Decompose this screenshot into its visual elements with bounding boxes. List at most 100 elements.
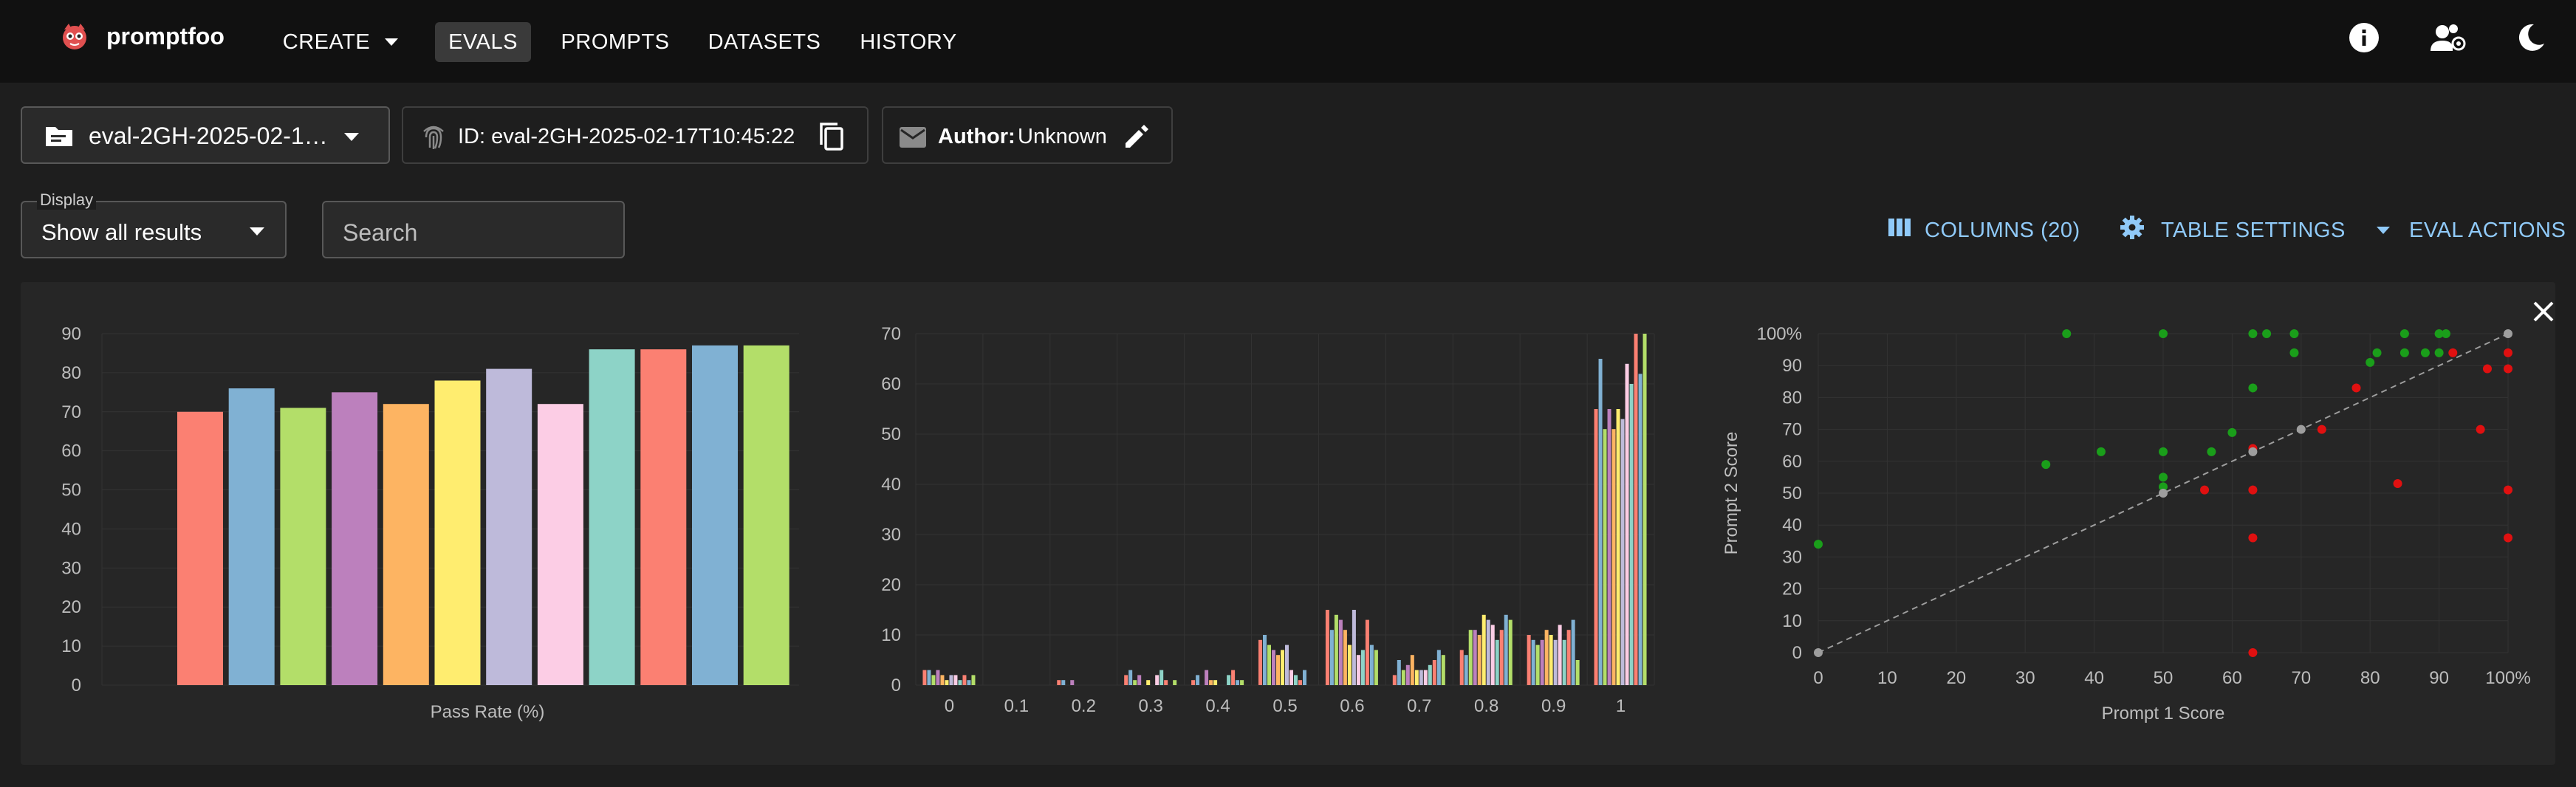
scatter-point [2262,329,2272,338]
scatter-point [2482,364,2492,374]
bar [589,349,635,685]
histogram-bar [1227,675,1231,685]
table-settings-button[interactable]: TABLE SETTINGS [2120,214,2346,247]
histogram-bar [1611,429,1616,685]
scatter-point [2248,383,2258,393]
info-icon[interactable] [2344,18,2384,58]
histogram-bar [1535,645,1540,685]
y-tick-label: 30 [1782,547,1802,567]
charts-svg: 0102030405060708090Pass Rate (%)01020304… [61,324,2530,724]
histogram-bar [1634,334,1638,685]
scatter-point [2289,329,2299,338]
histogram-bar [1365,619,1369,685]
scatter-point [2296,425,2306,434]
histogram-bar [1146,680,1151,685]
histogram-bar [1575,660,1580,685]
columns-button[interactable]: COLUMNS (20) [1888,214,2080,247]
x-tick-label: 0 [945,696,954,716]
x-tick-label: 30 [2015,668,2035,688]
nav-history[interactable]: HISTORY [855,22,962,62]
close-icon[interactable] [2532,300,2555,327]
display-value: Show all results [41,219,202,245]
histogram-bar [1329,630,1334,685]
histogram-bar [945,680,949,685]
y-tick-label: 100% [1757,324,1802,344]
scatter-point [2434,348,2444,357]
email-icon [898,126,928,153]
histogram-bar [1369,645,1374,685]
histogram-bar [1236,680,1240,685]
histogram-bar [1196,675,1200,685]
histogram-bar [1159,670,1164,685]
histogram-bar [1298,680,1302,685]
scatter-point [2504,348,2512,357]
histogram-bar [931,675,936,685]
bar [332,392,378,685]
scatter-point [2441,329,2450,338]
scatter-point [2366,357,2375,367]
x-tick-label: 1 [1616,696,1626,716]
user-settings-icon[interactable] [2428,18,2467,58]
scatter-point [2372,348,2382,357]
histogram-bar [962,675,967,685]
y-tick-label: 10 [61,636,81,656]
scatter-point [2207,447,2216,456]
nav-evals[interactable]: EVALS [435,22,531,62]
histogram-bar [1410,655,1414,685]
y-tick-label: 70 [881,324,901,344]
x-tick-label: 0.7 [1407,696,1431,716]
display-label: Display [37,190,97,210]
nav-create[interactable]: CREATE [275,22,406,62]
nav-datasets[interactable]: DATASETS [702,22,827,62]
histogram-bar [1334,614,1338,685]
histogram-bar [1356,655,1360,685]
bar [486,368,532,685]
fingerprint-icon [419,121,448,154]
y-tick-label: 40 [881,475,901,495]
scatter-point [2159,472,2168,482]
x-axis-label: Prompt 1 Score [2102,704,2225,724]
caret-down-icon [250,227,264,236]
caret-down-icon [385,38,399,46]
x-tick-label: 70 [2291,668,2311,688]
histogram-bar [1343,630,1347,685]
gear-icon [2120,215,2145,246]
histogram-bar [1486,619,1490,685]
eval-actions-button[interactable]: EVAL ACTIONS [2377,214,2566,247]
scatter-point [2504,533,2512,543]
scatter-point [2399,348,2409,357]
copy-icon[interactable] [818,121,846,156]
columns-icon [1888,218,1911,243]
y-tick-label: 40 [61,519,81,539]
histogram-bar [1276,655,1280,685]
histogram-bar [958,680,962,685]
histogram-bar [1303,670,1306,685]
histogram-bar [1464,655,1468,685]
y-axis-label: Prompt 2 Score [1722,432,1741,555]
brand[interactable]: promptfoo [58,18,225,55]
search-placeholder: Search [343,219,418,246]
histogram-bar [1128,670,1133,685]
scatter-point [2504,364,2512,374]
x-tick-label: 0.6 [1340,696,1364,716]
histogram-bar [1240,680,1244,685]
eval-selector[interactable]: eval-2GH-2025-02-1… [21,106,390,164]
dark-mode-icon[interactable] [2511,18,2551,58]
x-tick-label: 60 [2222,668,2242,688]
y-tick-label: 80 [1782,388,1802,408]
histogram-bar [1155,675,1159,685]
histogram-bar [1124,675,1128,685]
nav-prompts[interactable]: PROMPTS [552,22,678,62]
search-input[interactable]: Search [322,201,625,258]
edit-icon[interactable] [1123,123,1151,154]
x-tick-label: 0.3 [1138,696,1162,716]
histogram-bar [936,670,940,685]
histogram-bar [1209,680,1213,685]
histogram-bar [1360,650,1365,685]
caret-down-icon [344,133,359,141]
histogram-bar [1191,680,1196,685]
y-tick-label: 10 [881,625,901,645]
histogram-bar [940,675,945,685]
histogram-bar [1481,614,1486,685]
histogram-bar [1566,630,1571,685]
